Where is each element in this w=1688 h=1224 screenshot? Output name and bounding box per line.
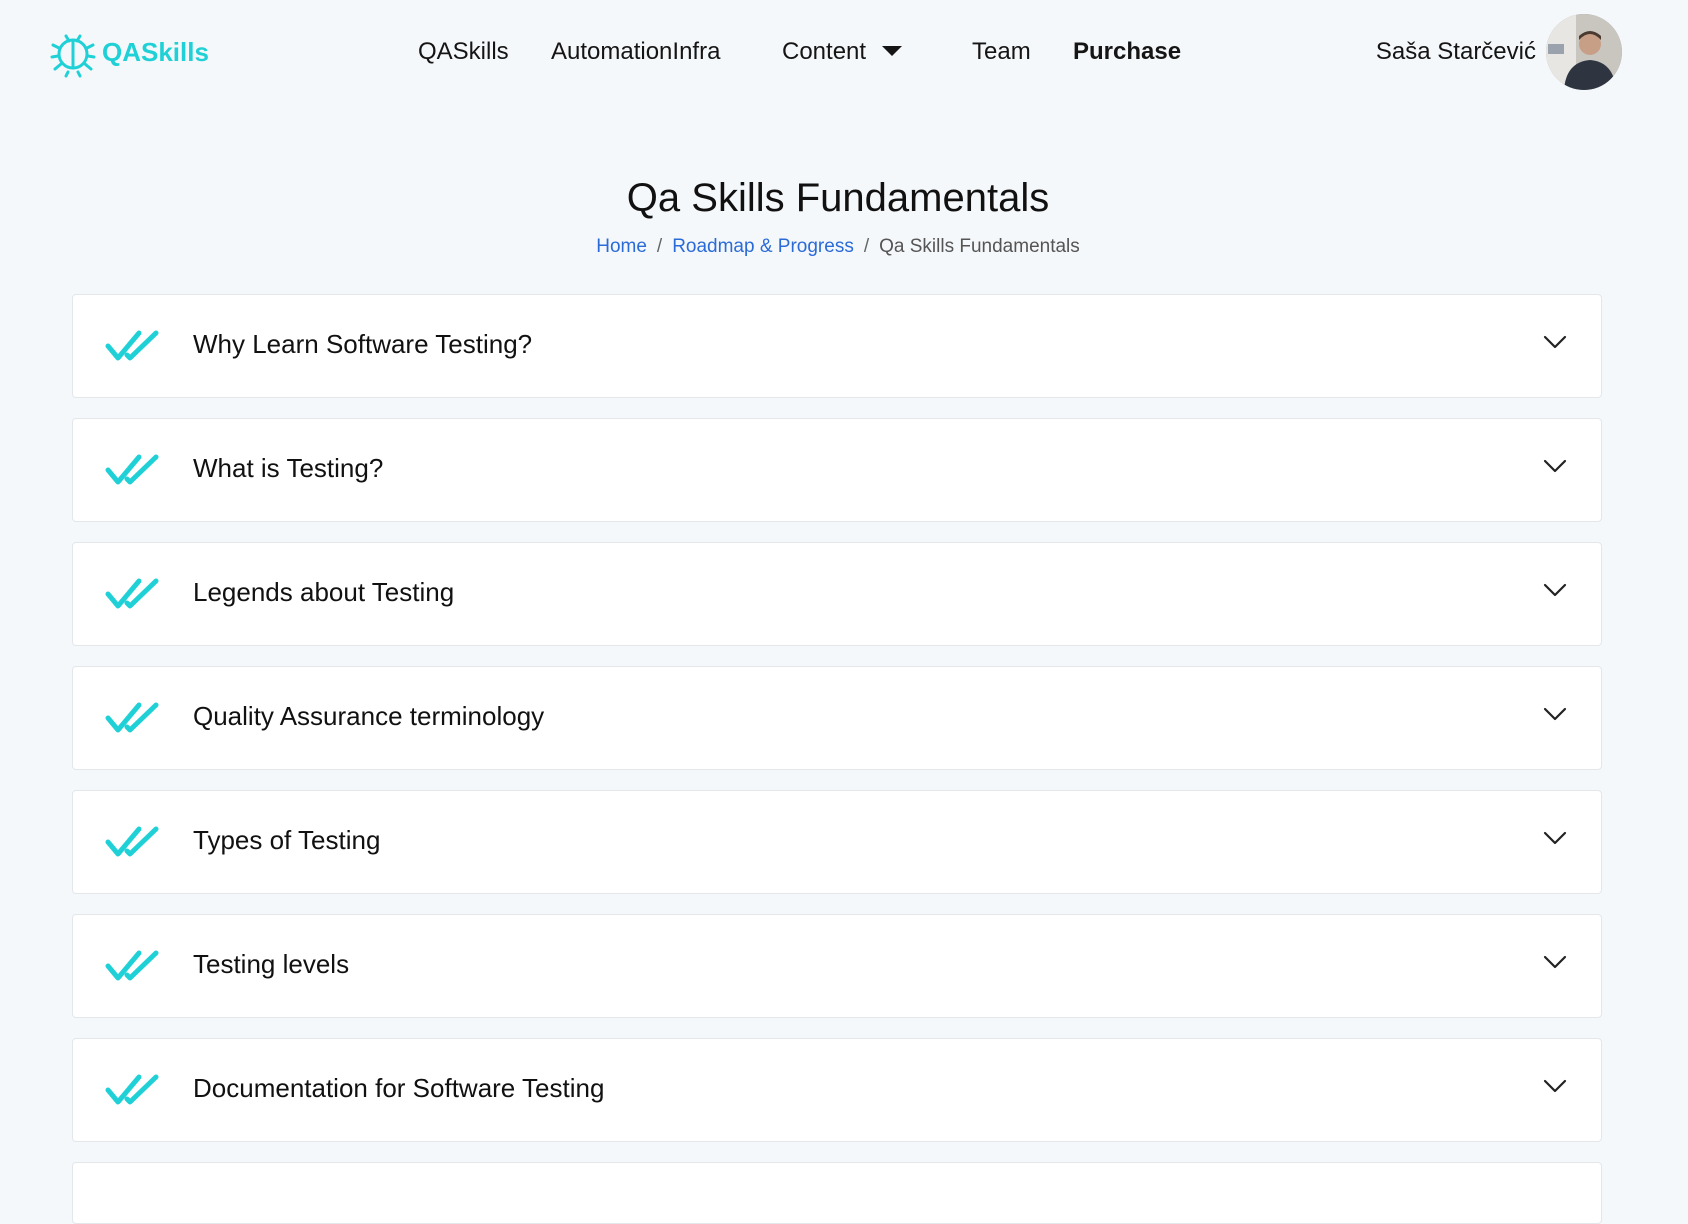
caret-down-icon xyxy=(882,45,903,56)
section-item[interactable]: Documentation for Software Testing xyxy=(72,1038,1602,1142)
section-title: Types of Testing xyxy=(193,825,381,855)
nav-item-content-label: Content xyxy=(782,38,867,65)
double-check-icon xyxy=(105,578,159,609)
section-item[interactable]: Types of Testing xyxy=(72,790,1602,894)
double-check-icon xyxy=(105,330,159,361)
double-check-icon xyxy=(105,950,159,981)
chevron-down-icon[interactable] xyxy=(1543,583,1567,597)
breadcrumb: Home / Roadmap & Progress / Qa Skills Fundam… xyxy=(0,236,1676,258)
chevron-down-icon[interactable] xyxy=(1543,707,1567,721)
user-avatar-icon xyxy=(1546,14,1622,90)
section-item[interactable]: Quality Assurance terminology xyxy=(72,666,1602,770)
section-item[interactable]: Legends about Testing xyxy=(72,542,1602,646)
nav-item-purchase[interactable]: Purchase xyxy=(1073,38,1181,66)
breadcrumb-home[interactable]: Home xyxy=(596,236,647,257)
top-header: QASkills QASkills AutomationInfra Conten… xyxy=(0,0,1688,106)
section-item[interactable]: Why Learn Software Testing? xyxy=(72,294,1602,398)
section-title: Legends about Testing xyxy=(193,577,455,607)
double-check-icon xyxy=(105,454,159,485)
chevron-down-icon[interactable] xyxy=(1543,335,1567,349)
double-check-icon xyxy=(105,826,159,857)
avatar[interactable] xyxy=(1546,14,1622,90)
chevron-down-icon[interactable] xyxy=(1543,831,1567,845)
user-menu[interactable]: Saša Starčević xyxy=(1376,14,1622,90)
breadcrumb-current: Qa Skills Fundamentals xyxy=(879,236,1080,257)
section-item-partial[interactable] xyxy=(72,1162,1602,1224)
nav-item-qaskills[interactable]: QASkills xyxy=(418,38,509,66)
section-title: Quality Assurance terminology xyxy=(193,701,545,731)
breadcrumb-roadmap[interactable]: Roadmap & Progress xyxy=(672,236,854,257)
section-title: Testing levels xyxy=(193,949,350,979)
nav-item-automationinfra[interactable]: AutomationInfra xyxy=(551,38,720,66)
section-item[interactable]: Testing levels xyxy=(72,914,1602,1018)
section-item[interactable]: What is Testing? xyxy=(72,418,1602,522)
page-title: Qa Skills Fundamentals xyxy=(626,176,1050,220)
chevron-down-icon[interactable] xyxy=(1543,1079,1567,1093)
chevron-down-icon[interactable] xyxy=(1543,459,1567,473)
section-list: Why Learn Software Testing? What is Test… xyxy=(72,294,1602,1224)
breadcrumb-separator: / xyxy=(656,236,663,257)
nav-item-content[interactable]: Content xyxy=(782,38,903,66)
nav-item-team[interactable]: Team xyxy=(972,38,1031,66)
chevron-down-icon[interactable] xyxy=(1543,955,1567,969)
section-title: Why Learn Software Testing? xyxy=(193,329,533,359)
double-check-icon xyxy=(105,702,159,733)
user-name: Saša Starčević xyxy=(1375,38,1536,65)
breadcrumb-separator: / xyxy=(863,236,870,257)
double-check-icon xyxy=(105,1074,159,1105)
section-title: What is Testing? xyxy=(193,453,384,483)
section-title: Documentation for Software Testing xyxy=(193,1073,605,1103)
